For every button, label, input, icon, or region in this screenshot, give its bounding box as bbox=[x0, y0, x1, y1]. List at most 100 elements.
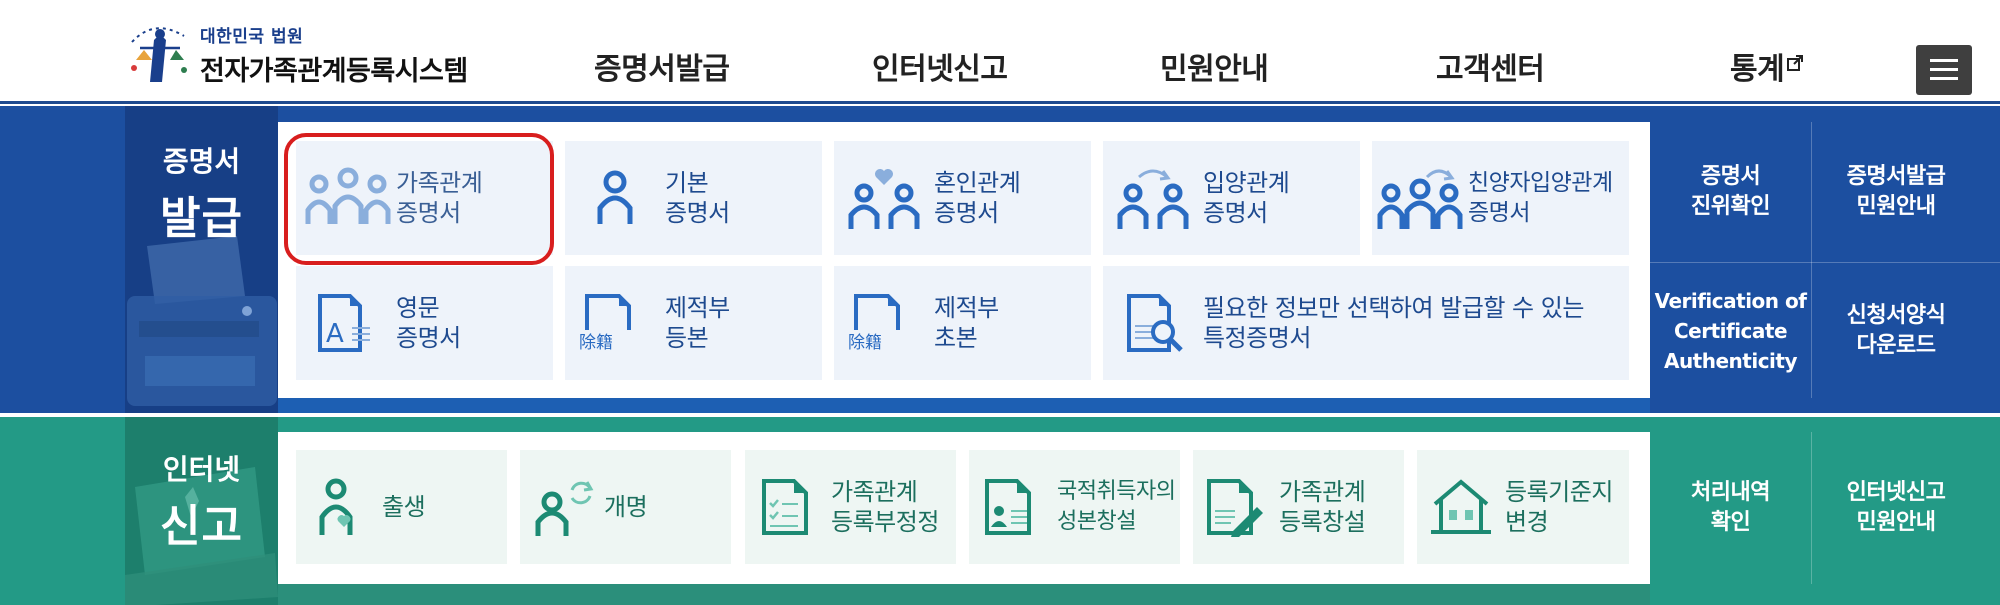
selection-highlight-outline bbox=[284, 133, 554, 265]
tile-label-line2: 증명서 bbox=[396, 324, 461, 352]
tile-removed-register-copy[interactable]: 除籍 제적부 등본 bbox=[565, 266, 822, 380]
side-link-line2: 민원안내 bbox=[1856, 510, 1936, 535]
birth-icon bbox=[296, 477, 382, 537]
tile-label-line1: 가족관계 bbox=[1279, 478, 1366, 506]
tile-label-line1: 기본 bbox=[665, 169, 709, 197]
house-icon bbox=[1417, 478, 1505, 536]
tile-label-line1: 제적부 bbox=[665, 294, 730, 322]
tile-label-line2: 특정증명서 bbox=[1203, 324, 1311, 352]
family-adoption-icon bbox=[1372, 165, 1468, 231]
report-label-line2: 신고 bbox=[160, 501, 243, 552]
english-document-icon: A bbox=[296, 292, 392, 354]
side-link-line2: Certificate bbox=[1673, 318, 1788, 343]
side-link-line1: 처리내역 bbox=[1691, 480, 1770, 505]
tile-label-line1: 혼인관계 bbox=[934, 169, 1021, 197]
certificate-section-bottom-strip bbox=[278, 398, 1650, 413]
internet-report-section-label: 인터넷 신고 bbox=[125, 448, 278, 554]
tile-label-line1: 필요한 정보만 선택하여 발급할 수 있는 bbox=[1203, 294, 1584, 322]
side-link-line3: Authenticity bbox=[1663, 348, 1798, 373]
tile-label-line2: 증명서 bbox=[934, 199, 999, 227]
tile-registration-base-change[interactable]: 등록기준지 변경 bbox=[1417, 450, 1629, 564]
tile-english-certificate[interactable]: A 영문 증명서 bbox=[296, 266, 553, 380]
side-link-line2: 다운로드 bbox=[1856, 332, 1936, 358]
certificate-label-line2: 발급 bbox=[160, 193, 243, 244]
tile-label-line2: 초본 bbox=[934, 324, 978, 352]
tile-name-change-report[interactable]: 개명 bbox=[520, 450, 731, 564]
link-certificate-civil-guide[interactable]: 증명서발급 민원안내 bbox=[1812, 122, 1980, 262]
tile-label-line2: 증명서 bbox=[1468, 200, 1530, 226]
hanja-glyph: 除籍 bbox=[848, 333, 882, 353]
document-search-icon bbox=[1103, 292, 1203, 354]
nav-statistics[interactable]: 통계 bbox=[1730, 44, 1804, 88]
side-link-line1: 인터넷신고 bbox=[1846, 480, 1946, 505]
certificate-label-line1: 증명서 bbox=[162, 145, 241, 178]
side-link-line2: 진위확인 bbox=[1691, 194, 1770, 219]
side-link-line2: 확인 bbox=[1710, 510, 1751, 535]
side-link-line1: Verification of bbox=[1654, 288, 1807, 313]
tile-label-line1: 국적취득자의 bbox=[1057, 479, 1176, 504]
hanja-glyph: 除籍 bbox=[579, 333, 613, 353]
tile-label-line2: 변경 bbox=[1505, 508, 1549, 536]
report-label-line1: 인터넷 bbox=[162, 453, 241, 486]
site-logo[interactable]: 대한민국 법원 전자가족관계등록시스템 bbox=[124, 22, 468, 88]
tile-marriage-certificate[interactable]: 혼인관계 증명서 bbox=[834, 141, 1091, 255]
internet-report-bottom-strip bbox=[278, 584, 1650, 605]
link-report-civil-guide[interactable]: 인터넷신고 민원안내 bbox=[1812, 432, 1980, 584]
link-processing-status[interactable]: 처리내역 확인 bbox=[1650, 432, 1811, 584]
nav-statistics-label: 통계 bbox=[1730, 52, 1785, 87]
menu-icon bbox=[1930, 59, 1958, 62]
removed-register-document-icon: 除籍 bbox=[565, 292, 665, 354]
court-emblem-icon bbox=[124, 22, 194, 88]
letter-a-glyph: A bbox=[326, 319, 344, 349]
removed-register-document-icon: 除籍 bbox=[834, 292, 934, 354]
printer-icon bbox=[127, 236, 277, 406]
nav-certificate-issuance[interactable]: 증명서발급 bbox=[594, 44, 730, 88]
logo-subtitle: 대한민국 법원 bbox=[200, 27, 304, 47]
tile-naturalized-surname-creation[interactable]: 국적취득자의 성본창설 bbox=[969, 450, 1180, 564]
link-application-form-download[interactable]: 신청서양식 다운로드 bbox=[1812, 263, 1980, 398]
tile-label-line1: 출생 bbox=[382, 493, 426, 521]
person-document-icon bbox=[969, 477, 1049, 537]
external-link-icon bbox=[1787, 44, 1804, 79]
tile-removed-register-abstract[interactable]: 除籍 제적부 초본 bbox=[834, 266, 1091, 380]
side-link-line2: 민원안내 bbox=[1856, 194, 1936, 219]
tile-label-line1: 입양관계 bbox=[1203, 169, 1290, 197]
site-header: 대한민국 법원 전자가족관계등록시스템 증명서발급 인터넷신고 민원안내 고객센… bbox=[0, 0, 2000, 104]
checklist-document-icon bbox=[745, 477, 825, 537]
document-edit-icon bbox=[1193, 477, 1277, 537]
tile-family-register-creation[interactable]: 가족관계 등록창설 bbox=[1193, 450, 1404, 564]
tile-label-line2: 증명서 bbox=[665, 199, 730, 227]
nav-customer-center[interactable]: 고객센터 bbox=[1436, 44, 1545, 88]
side-link-line1: 신청서양식 bbox=[1846, 302, 1946, 328]
tile-label-line1: 개명 bbox=[604, 493, 648, 521]
hamburger-menu-button[interactable] bbox=[1916, 45, 1972, 95]
tile-basic-certificate[interactable]: 기본 증명서 bbox=[565, 141, 822, 255]
side-link-line1: 증명서발급 bbox=[1846, 164, 1946, 189]
tile-label-line1: 가족관계 bbox=[831, 478, 918, 506]
person-icon bbox=[565, 170, 665, 226]
tile-adoption-certificate[interactable]: 입양관계 증명서 bbox=[1103, 141, 1360, 255]
tile-label-line2: 등록창설 bbox=[1279, 508, 1366, 536]
tile-label-line2: 등록부정정 bbox=[831, 508, 939, 536]
tile-label-line1: 친양자입양관계 bbox=[1468, 170, 1613, 196]
link-verification-english[interactable]: Verification of Certificate Authenticity bbox=[1650, 263, 1811, 398]
nav-internet-report[interactable]: 인터넷신고 bbox=[872, 44, 1008, 88]
link-certificate-verification[interactable]: 증명서 진위확인 bbox=[1650, 122, 1811, 262]
tile-label-line2: 성본창설 bbox=[1057, 509, 1136, 534]
adoption-icon bbox=[1103, 165, 1203, 231]
name-change-icon bbox=[520, 476, 610, 538]
tile-specific-certificate[interactable]: 필요한 정보만 선택하여 발급할 수 있는 특정증명서 bbox=[1103, 266, 1629, 380]
nav-civil-guide[interactable]: 민원안내 bbox=[1160, 44, 1269, 88]
tile-birth-report[interactable]: 출생 bbox=[296, 450, 507, 564]
tile-label-line2: 등본 bbox=[665, 324, 709, 352]
tile-full-adoption-certificate[interactable]: 친양자입양관계 증명서 bbox=[1372, 141, 1629, 255]
tile-label-line1: 제적부 bbox=[934, 294, 999, 322]
tile-label-line1: 등록기준지 bbox=[1505, 478, 1613, 506]
tile-family-register-correction[interactable]: 가족관계 등록부정정 bbox=[745, 450, 956, 564]
tile-label-line1: 영문 bbox=[396, 294, 440, 322]
certificate-section-label: 증명서 발급 bbox=[125, 140, 278, 246]
logo-title: 전자가족관계등록시스템 bbox=[200, 56, 468, 87]
tile-label-line2: 증명서 bbox=[1203, 199, 1268, 227]
couple-heart-icon bbox=[834, 165, 934, 231]
side-link-line1: 증명서 bbox=[1700, 164, 1761, 189]
